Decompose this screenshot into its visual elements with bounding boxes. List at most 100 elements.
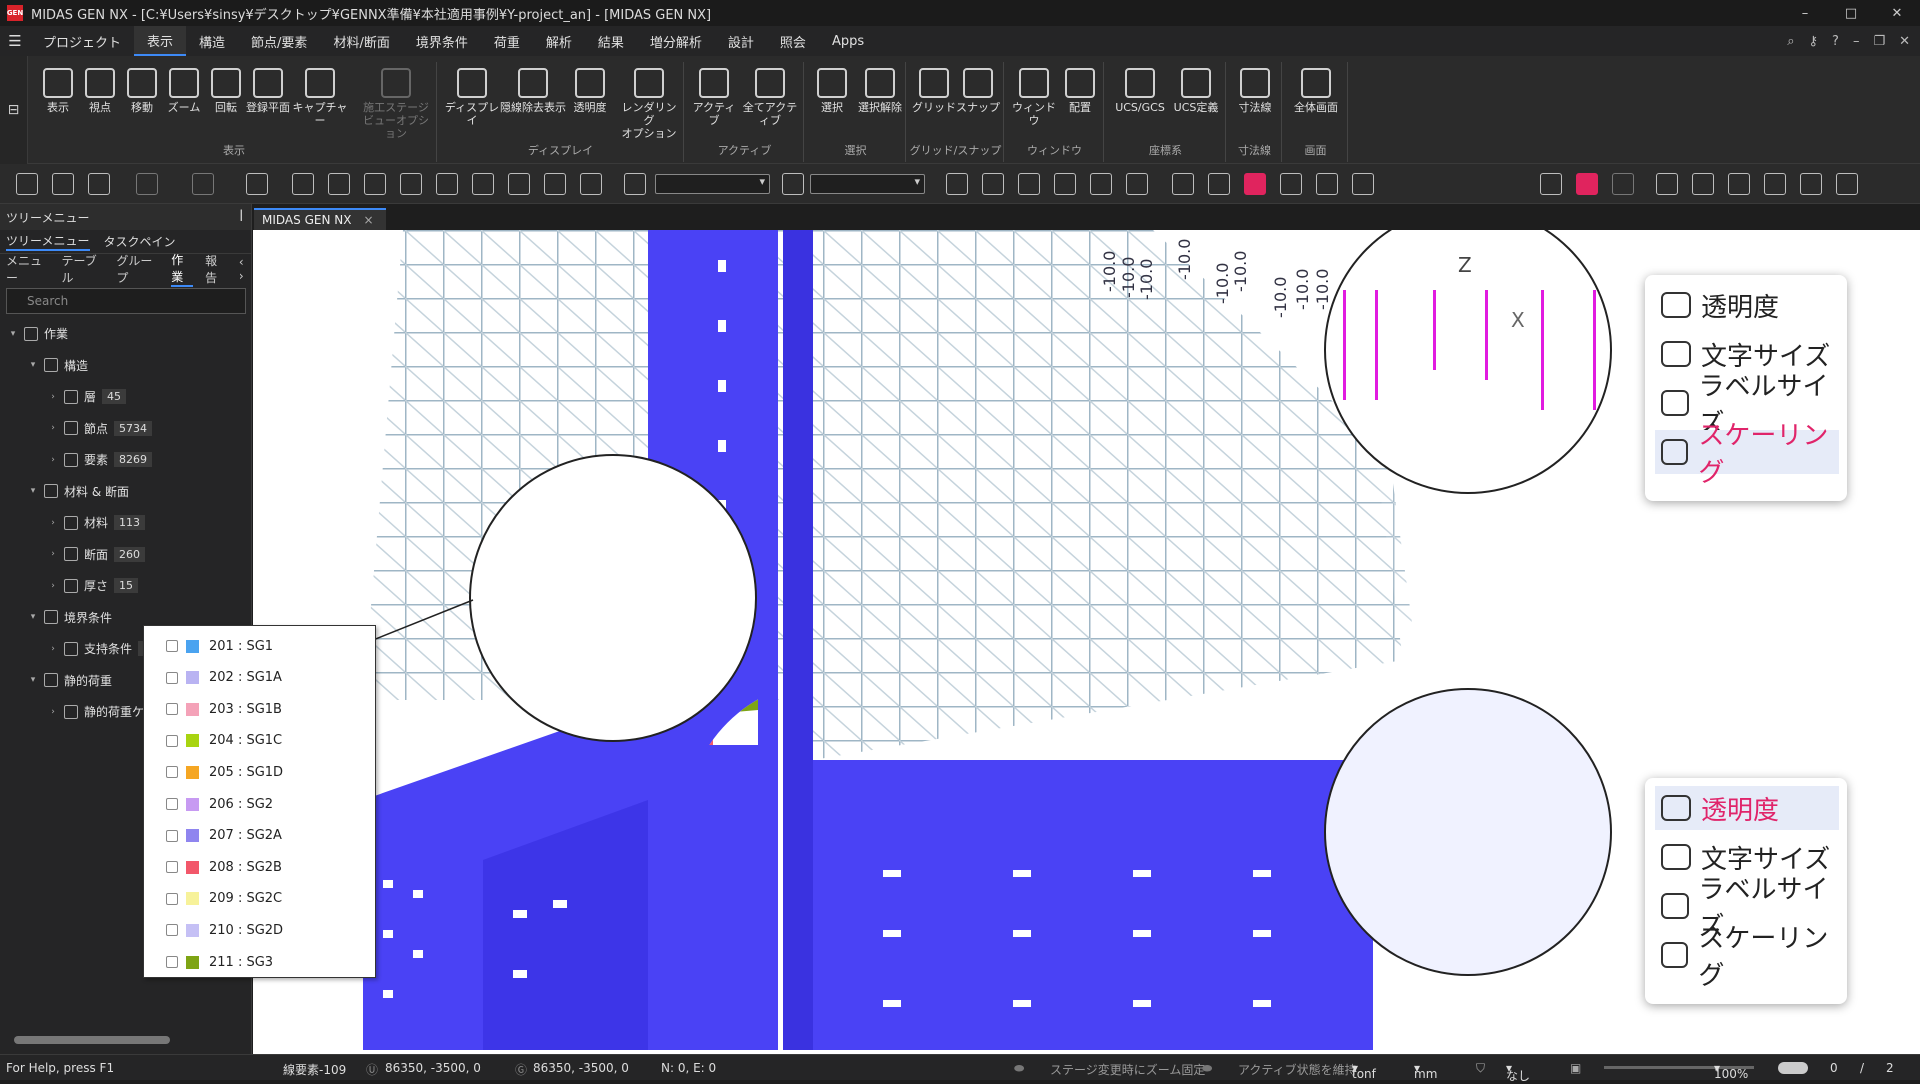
active-all-icon-tb[interactable] [1018,173,1040,195]
select-node-icon[interactable] [624,173,646,195]
view-monitor-icon[interactable] [1280,173,1302,195]
btn-rotate[interactable]: 回転 [202,68,250,114]
expand-chevron-icon[interactable]: › [46,423,60,433]
box-view-icon[interactable] [1836,173,1858,195]
select-window-icon[interactable] [328,173,350,195]
select-volume-icon[interactable] [472,173,494,195]
menu-pushover[interactable]: 増分解析 [637,26,715,56]
redo-icon[interactable] [192,173,214,195]
subtab-group[interactable]: グループ [116,252,159,286]
view-monitor-2-icon[interactable] [1316,173,1338,195]
expand-chevron-icon[interactable]: › [46,392,60,402]
search-icon[interactable]: ⌕ [1787,34,1794,49]
tree-node[interactable]: ▾ 構造 [0,350,251,382]
help-icon[interactable]: ? [1832,34,1839,49]
restore-icon[interactable]: – [1853,34,1860,49]
select-prev-icon[interactable] [544,173,566,195]
menu-apps[interactable]: Apps [819,26,877,56]
iso-view-icon[interactable] [1800,173,1822,195]
expand-chevron-icon[interactable]: ▾ [26,612,40,622]
popup1-transparency[interactable]: 透明度 [1655,283,1839,327]
btn-display[interactable]: 表示 [34,68,82,114]
popup1-scaling[interactable]: スケーリング [1655,421,1839,488]
expand-chevron-icon[interactable]: ▾ [6,329,20,339]
tile-icon[interactable]: ❐ [1873,34,1885,49]
display-icon-status[interactable]: ▣ [1570,1061,1581,1075]
expand-chevron-icon[interactable]: › [46,644,60,654]
rotate-view-icon[interactable] [1764,173,1786,195]
key-icon[interactable]: ⚷ [1809,34,1819,49]
tree-node[interactable]: › 材料 113 [0,507,251,539]
clipboard-icon[interactable] [246,173,268,195]
hamburger-menu-icon[interactable]: ☰ [0,32,30,50]
btn-grid[interactable]: グリッド [910,68,958,114]
zoom-fix-toggle[interactable]: ⬬ [1014,1061,1024,1076]
btn-transparency[interactable]: 透明度 [566,68,614,114]
popup2-transparency[interactable]: 透明度 [1655,786,1839,830]
page-input[interactable]: 0 [1830,1061,1838,1075]
expand-chevron-icon[interactable]: › [46,455,60,465]
frame-icon[interactable] [1172,173,1194,195]
menu-material-section[interactable]: 材料/断面 [320,26,402,56]
document-tab-close[interactable]: × [363,213,373,227]
btn-hidden-line[interactable]: 隠線除去表示 [500,68,566,114]
menu-analysis[interactable]: 解析 [533,26,585,56]
tree-node[interactable]: › 節点 5734 [0,413,251,445]
render-mode-icon[interactable] [1244,173,1266,195]
btn-named-plane[interactable]: 登録平面 [244,68,292,114]
search-input[interactable]: Search [6,288,246,314]
page-toggle[interactable] [1778,1062,1808,1074]
grid-tb-icon[interactable] [1208,173,1230,195]
tab-tree-menu[interactable]: ツリーメニュー [6,232,90,251]
menu-query[interactable]: 照会 [767,26,819,56]
btn-fullscreen[interactable]: 全体画面 [1288,68,1344,114]
btn-ucs-define[interactable]: UCS定義 [1168,68,1224,114]
subtab-scroll-icon[interactable]: ‹ › [239,255,251,283]
active-icon-tb[interactable] [946,173,968,195]
tree-node[interactable]: › 断面 260 [0,539,251,571]
expand-chevron-icon[interactable]: › [46,549,60,559]
lock-icon[interactable] [1576,173,1598,195]
btn-deselect[interactable]: 選択解除 [854,68,906,114]
menu-structure[interactable]: 構造 [186,26,238,56]
open-folder-icon[interactable] [52,173,74,195]
select-polygon-icon[interactable] [364,173,386,195]
node-dots-icon[interactable] [1352,173,1374,195]
close-button[interactable]: ✕ [1874,6,1920,21]
menu-view[interactable]: 表示 [134,26,187,56]
btn-ucs-gcs[interactable]: UCS/GCS [1110,68,1170,114]
subtab-table[interactable]: テーブル [62,252,105,286]
btn-active-all[interactable]: 全てアクティブ [738,68,802,127]
close-doc-icon[interactable]: ✕ [1899,34,1910,49]
menu-boundary[interactable]: 境界条件 [403,26,481,56]
btn-arrange[interactable]: 配置 [1056,68,1104,114]
zoom-window-icon[interactable] [1728,173,1750,195]
subtab-menu[interactable]: メニュー [6,252,50,286]
select-clear-icon[interactable] [580,173,602,195]
btn-snap[interactable]: スナップ [954,68,1002,114]
expand-chevron-icon[interactable]: › [46,518,60,528]
btn-pan[interactable]: 移動 [118,68,166,114]
expand-chevron-icon[interactable]: › [46,581,60,591]
inverse-active-icon[interactable] [1054,173,1076,195]
select-intersect-icon[interactable] [400,173,422,195]
zoom-in-icon[interactable] [1656,173,1678,195]
menu-load[interactable]: 荷重 [481,26,533,56]
selection-dropdown-2[interactable]: ▾ [810,174,925,194]
tree-node[interactable]: › 厚さ 15 [0,570,251,602]
keep-active-toggle[interactable]: ⬬ [1202,1061,1212,1076]
btn-stage-view-option[interactable]: 施工ステージ ビューオプション [358,68,434,140]
btn-viewpoint[interactable]: 視点 [76,68,124,114]
tree-node[interactable]: › 要素 8269 [0,444,251,476]
horizontal-scrollbar[interactable] [14,1036,170,1044]
maximize-button[interactable]: □ [1828,6,1874,21]
btn-zoom[interactable]: ズーム [160,68,208,114]
filter-select[interactable]: なし ▾ [1506,1061,1530,1083]
menu-project[interactable]: プロジェクト [30,26,134,56]
length-unit-select[interactable]: mm ▾ [1414,1061,1437,1081]
history-icon[interactable] [1540,173,1562,195]
tree-node[interactable]: ▾ 作業 [0,318,251,350]
btn-capture[interactable]: キャプチャー [290,68,350,127]
pin-icon[interactable]: ꟾ [239,210,243,224]
subtab-report[interactable]: 報告 [205,252,227,286]
